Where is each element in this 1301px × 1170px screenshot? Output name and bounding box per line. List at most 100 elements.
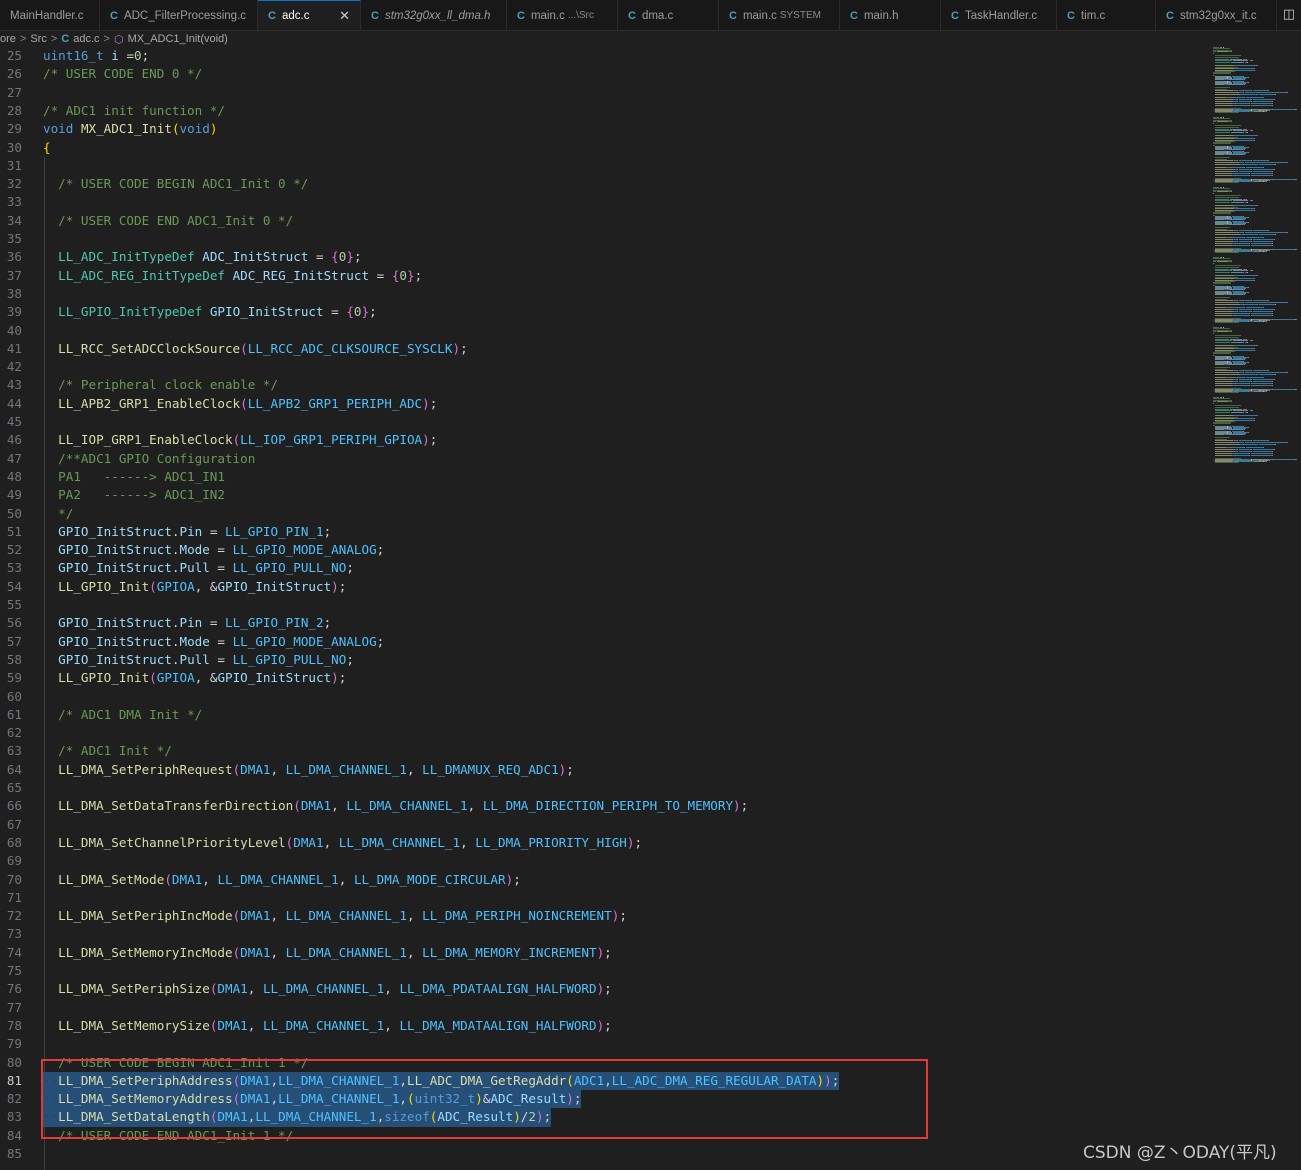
code-line[interactable]: 36 LL_ADC_InitTypeDef ADC_InitStruct = {… bbox=[0, 248, 1205, 266]
minimap-mark bbox=[1214, 54, 1241, 56]
code-line[interactable]: 64 LL_DMA_SetPeriphRequest(DMA1, LL_DMA_… bbox=[0, 761, 1205, 779]
code-line[interactable]: 60 bbox=[0, 688, 1205, 706]
minimap-mark bbox=[1214, 288, 1225, 290]
minimap[interactable] bbox=[1205, 47, 1301, 467]
minimap-mark bbox=[1247, 60, 1249, 62]
code-line[interactable]: 43 /* Peripheral clock enable */ bbox=[0, 376, 1205, 394]
code-line[interactable]: 41 LL_RCC_SetADCClockSource(LL_RCC_ADC_C… bbox=[0, 340, 1205, 358]
minimap-mark bbox=[1273, 98, 1275, 100]
code-line[interactable]: 52 GPIO_InitStruct.Mode = LL_GPIO_MODE_A… bbox=[0, 541, 1205, 559]
code-line[interactable]: 66 LL_DMA_SetDataTransferDirection(DMA1,… bbox=[0, 797, 1205, 815]
code-line[interactable]: 85 bbox=[0, 1145, 1205, 1163]
code-line[interactable]: 67 bbox=[0, 816, 1205, 834]
code-line[interactable]: 49 PA2 ------> ADC1_IN2 bbox=[0, 486, 1205, 504]
code-line[interactable]: 74 LL_DMA_SetMemoryIncMode(DMA1, LL_DMA_… bbox=[0, 944, 1205, 962]
breadcrumb-item-symbol[interactable]: MX_ADC1_Init(void) bbox=[128, 33, 228, 45]
code-line[interactable]: 50 */ bbox=[0, 505, 1205, 523]
minimap-mark bbox=[1253, 350, 1255, 352]
minimap-mark bbox=[1214, 94, 1239, 96]
code-line[interactable]: 53 GPIO_InitStruct.Pull = LL_GPIO_PULL_N… bbox=[0, 559, 1205, 577]
code-token: LL_GPIO_InitTypeDef bbox=[58, 304, 203, 320]
code-line[interactable]: 70 LL_DMA_SetMode(DMA1, LL_DMA_CHANNEL_1… bbox=[0, 871, 1205, 889]
code-line[interactable]: 25 uint16_t i =0; bbox=[0, 47, 1205, 65]
code-line[interactable]: 75 bbox=[0, 962, 1205, 980]
code-line[interactable]: 56 GPIO_InitStruct.Pin = LL_GPIO_PIN_2; bbox=[0, 614, 1205, 632]
tab-main-c[interactable]: Cmain.c SYSTEM bbox=[719, 0, 840, 30]
minimap-mark bbox=[1214, 383, 1231, 385]
tab-adc-c[interactable]: Cadc.c ✕ bbox=[258, 0, 361, 30]
code-token: LL_DMA_DIRECTION_PERIPH_TO_MEMORY bbox=[482, 798, 734, 814]
code-editor[interactable]: 25 uint16_t i =0; 26/* USER CODE END 0 */2… bbox=[0, 47, 1205, 1170]
minimap-mark bbox=[1253, 448, 1273, 450]
code-token: ; bbox=[338, 578, 347, 594]
tab-stm32g0xx-it-c[interactable]: Cstm32g0xx_it.c bbox=[1156, 0, 1277, 30]
code-line[interactable]: 65 bbox=[0, 779, 1205, 797]
code-line[interactable]: 51 GPIO_InitStruct.Pin = LL_GPIO_PIN_1; bbox=[0, 523, 1205, 541]
code-token: LL_DMA_SetPeriphIncMode bbox=[58, 908, 233, 924]
code-line[interactable]: 27 bbox=[0, 84, 1205, 102]
code-line[interactable]: 58 GPIO_InitStruct.Pull = LL_GPIO_PULL_N… bbox=[0, 651, 1205, 669]
code-line[interactable]: 78 LL_DMA_SetMemorySize(DMA1, LL_DMA_CHA… bbox=[0, 1017, 1205, 1035]
code-line[interactable]: 68 LL_DMA_SetChannelPriorityLevel(DMA1, … bbox=[0, 834, 1205, 852]
code-line[interactable]: 47 /**ADC1 GPIO Configuration bbox=[0, 450, 1205, 468]
code-line[interactable]: 69 bbox=[0, 852, 1205, 870]
code-line[interactable]: 79 bbox=[0, 1035, 1205, 1053]
code-line[interactable]: 77 bbox=[0, 999, 1205, 1017]
minimap-mark bbox=[1230, 261, 1232, 263]
code-line[interactable]: 61 /* ADC1 DMA Init */ bbox=[0, 706, 1205, 724]
tab-mainhandler-c[interactable]: MainHandler.c bbox=[0, 0, 100, 30]
code-token: ; bbox=[323, 615, 332, 631]
code-line[interactable]: 57 GPIO_InitStruct.Mode = LL_GPIO_MODE_A… bbox=[0, 633, 1205, 651]
tab-dma-c[interactable]: Cdma.c bbox=[618, 0, 719, 30]
minimap-mark bbox=[1214, 134, 1234, 136]
code-line[interactable]: 48 PA1 ------> ADC1_IN1 bbox=[0, 468, 1205, 486]
code-line[interactable]: 30 { bbox=[0, 139, 1205, 157]
code-line[interactable]: 62 bbox=[0, 724, 1205, 742]
code-line[interactable]: 71 bbox=[0, 889, 1205, 907]
code-line[interactable]: 29 void MX_ADC1_Init(void) bbox=[0, 120, 1205, 138]
code-line[interactable]: 26 /* USER CODE END 0 */ bbox=[0, 65, 1205, 83]
code-line[interactable]: 31 bbox=[0, 157, 1205, 175]
tab-adc-filterprocessing-c[interactable]: C ADC_FilterProcessing.c bbox=[100, 0, 258, 30]
breadcrumb-item-folder[interactable]: ore bbox=[0, 33, 16, 45]
tab-tim-c[interactable]: Ctim.c bbox=[1057, 0, 1156, 30]
code-line[interactable]: 73 bbox=[0, 925, 1205, 943]
code-line[interactable]: 28 /* ADC1 init function */ bbox=[0, 102, 1205, 120]
code-line[interactable]: 34 /* USER CODE END ADC1_Init 0 */ bbox=[0, 212, 1205, 230]
code-token: ADC_REG_InitStruct bbox=[232, 267, 370, 283]
code-line[interactable]: 45 bbox=[0, 413, 1205, 431]
code-line[interactable]: 39 LL_GPIO_InitTypeDef GPIO_InitStruct =… bbox=[0, 303, 1205, 321]
line-number: 46 bbox=[6, 432, 22, 448]
code-line[interactable]: 72 LL_DMA_SetPeriphIncMode(DMA1, LL_DMA_… bbox=[0, 907, 1205, 925]
code-line[interactable]: 59 LL_GPIO_Init(GPIOA, &GPIO_InitStruct)… bbox=[0, 669, 1205, 687]
code-line[interactable]: 63 /* ADC1 Init */ bbox=[0, 742, 1205, 760]
close-icon[interactable]: ✕ bbox=[333, 8, 350, 24]
breadcrumb-item-file[interactable]: adc.c bbox=[73, 33, 99, 45]
code-line[interactable]: 55 bbox=[0, 596, 1205, 614]
tab-stm32g0xx-ll-dma-h[interactable]: Cstm32g0xx_ll_dma.h bbox=[361, 0, 507, 30]
code-line[interactable]: 40 bbox=[0, 322, 1205, 340]
minimap-mark bbox=[1233, 410, 1248, 412]
code-line[interactable]: 38 bbox=[0, 285, 1205, 303]
code-line[interactable]: 35 bbox=[0, 230, 1205, 248]
code-line[interactable]: 42 bbox=[0, 358, 1205, 376]
minimap-mark bbox=[1217, 261, 1227, 263]
tab-taskhandler-c[interactable]: C TaskHandler.c bbox=[941, 0, 1057, 30]
line-number: 41 bbox=[6, 340, 22, 356]
breadcrumb-item-src[interactable]: Src bbox=[30, 33, 47, 45]
code-line[interactable]: 76 LL_DMA_SetPeriphSize(DMA1, LL_DMA_CHA… bbox=[0, 980, 1205, 998]
minimap-mark bbox=[1231, 236, 1245, 238]
code-line[interactable]: 46 LL_IOP_GRP1_EnableClock(LL_IOP_GRP1_P… bbox=[0, 431, 1205, 449]
tab-main-c[interactable]: Cmain.c ...\Src bbox=[507, 0, 618, 30]
tab-main-h[interactable]: Cmain.h bbox=[840, 0, 941, 30]
code-line[interactable]: 54 LL_GPIO_Init(GPIOA, &GPIO_InitStruct)… bbox=[0, 578, 1205, 596]
code-line[interactable]: 32 /* USER CODE BEGIN ADC1_Init 0 */ bbox=[0, 175, 1205, 193]
code-line[interactable]: 33 bbox=[0, 193, 1205, 211]
split-editor-icon[interactable]: ◫ bbox=[1283, 7, 1295, 22]
code-token: ( bbox=[293, 798, 301, 814]
minimap-mark bbox=[1236, 385, 1249, 387]
code-line[interactable]: 37 LL_ADC_REG_InitTypeDef ADC_REG_InitSt… bbox=[0, 267, 1205, 285]
code-line[interactable]: 44 LL_APB2_GRP1_EnableClock(LL_APB2_GRP1… bbox=[0, 395, 1205, 413]
